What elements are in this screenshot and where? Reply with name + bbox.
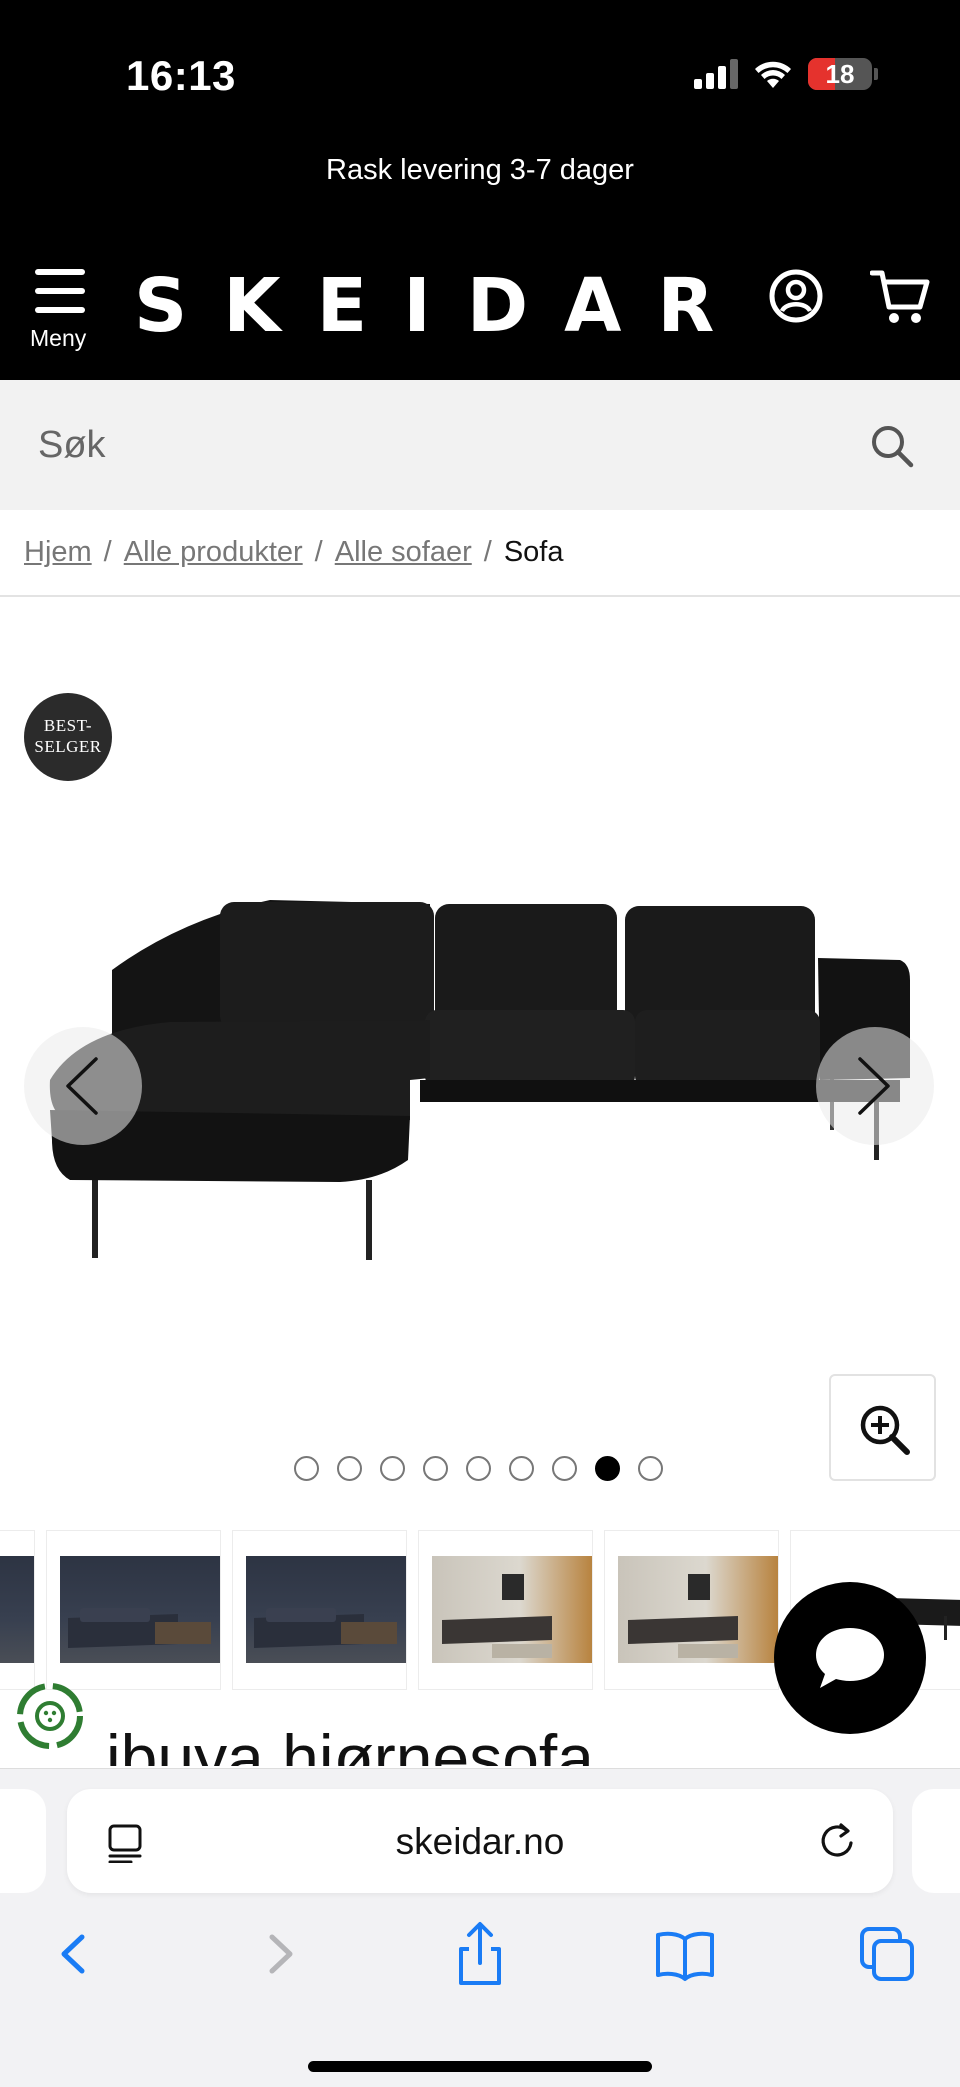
gallery-dot[interactable] (595, 1456, 620, 1481)
thumbnail[interactable] (46, 1530, 221, 1690)
gallery-dot[interactable] (337, 1456, 362, 1481)
site-header: Meny SKEIDAR (0, 245, 960, 380)
breadcrumb-current: Sofa (503, 536, 564, 568)
signal-icon (694, 59, 738, 89)
search-icon[interactable] (870, 424, 914, 468)
promo-banner: Rask levering 3-7 dager (0, 140, 960, 245)
zoom-in-icon (860, 1405, 910, 1455)
gallery-dot[interactable] (380, 1456, 405, 1481)
promo-text: Rask levering 3-7 dager (326, 154, 634, 186)
eco-icon[interactable] (16, 1682, 84, 1750)
status-icons: 18 (694, 58, 878, 90)
menu-label: Meny (30, 325, 87, 351)
search-bar (0, 380, 960, 510)
divider (0, 595, 960, 597)
search-input[interactable] (0, 380, 860, 510)
address-bar[interactable]: skeidar.no (67, 1789, 893, 1893)
share-icon[interactable] (445, 1919, 515, 1989)
battery-level: 18 (825, 59, 855, 89)
chevron-left-icon (66, 1057, 98, 1115)
breadcrumb-link-all-products[interactable]: Alle produkter (124, 536, 303, 569)
back-icon[interactable] (40, 1919, 110, 1989)
url-text: skeidar.no (395, 1821, 565, 1862)
breadcrumb-separator: / (103, 536, 112, 568)
browser-toolbar (0, 1919, 960, 2009)
gallery-dots (294, 1456, 663, 1481)
zoom-button[interactable] (829, 1374, 936, 1481)
thumbnail[interactable] (604, 1530, 779, 1690)
gallery-prev-button[interactable] (24, 1027, 142, 1145)
badge-line-2: SELGER (34, 737, 102, 756)
forward-icon[interactable] (244, 1919, 314, 1989)
account-icon[interactable] (768, 268, 824, 324)
bestseller-badge: BEST- SELGER (24, 693, 112, 781)
thumbnail[interactable] (418, 1530, 593, 1690)
chat-icon (816, 1628, 884, 1688)
gallery-next-button[interactable] (816, 1027, 934, 1145)
status-time: 16:13 (126, 52, 236, 99)
product-title: ibuya hjørnesofa (106, 1721, 594, 1766)
wifi-icon (755, 61, 791, 88)
chevron-right-icon (858, 1057, 890, 1115)
gallery-dot[interactable] (423, 1456, 448, 1481)
breadcrumb-link-all-sofas[interactable]: Alle sofaer (335, 536, 472, 569)
product-image[interactable] (40, 880, 920, 1280)
chat-button[interactable] (774, 1582, 926, 1734)
tabs-icon[interactable] (852, 1919, 922, 1989)
thumbnail[interactable] (232, 1530, 407, 1690)
gallery-dot[interactable] (638, 1456, 663, 1481)
thumbnail[interactable] (0, 1530, 35, 1690)
menu-button[interactable]: Meny (30, 269, 92, 359)
cart-icon[interactable] (870, 267, 932, 327)
breadcrumb: Hjem / Alle produkter / Alle sofaer / So… (24, 536, 563, 569)
gallery-dot[interactable] (509, 1456, 534, 1481)
bookmarks-icon[interactable] (650, 1919, 720, 1989)
home-indicator (308, 2061, 652, 2072)
breadcrumb-separator: / (483, 536, 492, 568)
browser-chrome: skeidar.no (0, 1768, 960, 2087)
badge-line-1: BEST- (43, 716, 93, 735)
next-tab-peek[interactable] (912, 1789, 960, 1893)
site-logo[interactable]: SKEIDAR (134, 263, 750, 349)
reload-icon[interactable] (817, 1821, 857, 1861)
gallery-dot[interactable] (466, 1456, 491, 1481)
breadcrumb-link-home[interactable]: Hjem (24, 536, 92, 569)
gallery-dot[interactable] (552, 1456, 577, 1481)
status-bar: 16:13 18 (0, 0, 960, 140)
breadcrumb-separator: / (314, 536, 323, 568)
previous-tab-peek[interactable] (0, 1789, 46, 1893)
gallery-dot[interactable] (294, 1456, 319, 1481)
battery-icon: 18 (808, 58, 872, 90)
hamburger-icon (35, 269, 85, 315)
